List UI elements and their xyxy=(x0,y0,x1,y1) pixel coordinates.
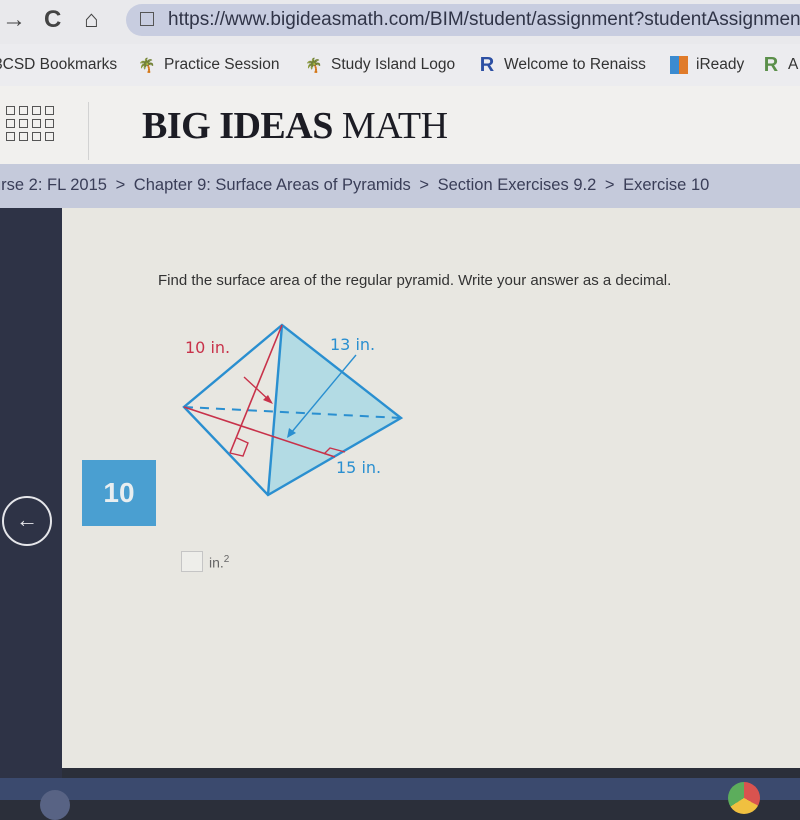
breadcrumb-exercise: Exercise 10 xyxy=(623,176,710,194)
brand-logo[interactable]: BIG IDEAS MATH xyxy=(142,104,448,148)
grid-square-icon xyxy=(6,119,15,128)
bookmark-label: Welcome to Renaiss xyxy=(504,56,646,73)
answer-unit: in.2 xyxy=(209,554,229,571)
apps-grid-menu[interactable] xyxy=(0,102,89,160)
url-text[interactable]: https://www.bigideasmath.com/BIM/student… xyxy=(168,9,800,31)
grid-square-icon xyxy=(19,119,28,128)
bookmark-label: Practice Session xyxy=(164,56,280,73)
grid-square-icon xyxy=(32,106,41,115)
bookmark-3csd[interactable]: 3CSD Bookmarks xyxy=(0,56,117,74)
home-icon[interactable]: ⌂ xyxy=(84,6,99,34)
browser-toolbar: → C ⌂ https://www.bigideasmath.com/BIM/s… xyxy=(0,0,800,44)
grid-square-icon xyxy=(45,119,54,128)
breadcrumb-course[interactable]: urse 2: FL 2015 xyxy=(0,176,107,194)
grid-square-icon xyxy=(6,132,15,141)
chrome-icon[interactable] xyxy=(728,782,760,814)
palm-tree-icon: 🌴 xyxy=(138,57,156,73)
breadcrumb: urse 2: FL 2015 > Chapter 9: Surface Are… xyxy=(0,164,800,208)
bookmark-study-island[interactable]: 🌴 Study Island Logo xyxy=(305,56,455,74)
bookmark-label: iReady xyxy=(696,56,745,73)
forward-icon[interactable]: → xyxy=(2,6,26,34)
iready-cube-icon xyxy=(670,56,688,74)
arrow-left-icon: ← xyxy=(16,507,38,532)
breadcrumb-chapter[interactable]: Chapter 9: Surface Areas of Pyramids xyxy=(134,176,411,194)
renaissance-r-icon: R xyxy=(763,54,779,76)
breadcrumb-separator: > xyxy=(115,176,126,194)
left-sidebar xyxy=(0,208,62,778)
launcher-button[interactable] xyxy=(40,790,70,820)
grid-square-icon xyxy=(32,119,41,128)
grid-square-icon xyxy=(6,106,15,115)
renaissance-r-icon: R xyxy=(479,54,495,76)
breadcrumb-separator: > xyxy=(419,176,429,194)
brand-bold: BIG IDEAS xyxy=(142,105,333,147)
breadcrumb-separator: > xyxy=(604,176,615,194)
answer-input[interactable] xyxy=(181,551,203,572)
grid-square-icon xyxy=(32,132,41,141)
bookmark-label: Study Island Logo xyxy=(331,56,456,73)
grid-square-icon xyxy=(19,106,28,115)
bookmarks-bar: 3CSD Bookmarks 🌴 Practice Session 🌴 Stud… xyxy=(0,44,800,87)
base-height-label: 15 in. xyxy=(336,458,381,477)
exercise-number-badge: 10 xyxy=(82,460,156,526)
brand-regular: MATH xyxy=(341,105,448,147)
breadcrumb-section[interactable]: Section Exercises 9.2 xyxy=(438,176,597,194)
address-bar[interactable]: https://www.bigideasmath.com/BIM/student… xyxy=(126,4,800,36)
back-button[interactable]: ← xyxy=(2,496,52,546)
grid-square-icon xyxy=(45,132,54,141)
grid-square-icon xyxy=(45,106,54,115)
bookmark-iready[interactable]: iReady xyxy=(670,56,744,74)
edge-label: 13 in. xyxy=(330,335,375,354)
bookmark-practice-session[interactable]: 🌴 Practice Session xyxy=(138,56,279,74)
grid-square-icon xyxy=(19,132,28,141)
bookmark-label: A xyxy=(788,56,799,73)
slant-height-label: 10 in. xyxy=(185,338,230,357)
bookmark-label: 3CSD Bookmarks xyxy=(0,56,118,73)
os-shelf xyxy=(0,778,800,800)
pyramid-diagram: 10 in. 13 in. 15 in. xyxy=(182,323,404,497)
bookmark-renaissance-2[interactable]: R A xyxy=(762,54,799,76)
unit-exponent: 2 xyxy=(223,554,230,565)
site-info-icon[interactable] xyxy=(140,12,154,26)
palm-tree-icon: 🌴 xyxy=(305,57,323,73)
reload-icon[interactable]: C xyxy=(44,6,61,34)
exercise-prompt: Find the surface area of the regular pyr… xyxy=(158,272,672,289)
site-header: BIG IDEAS MATH xyxy=(0,86,800,164)
unit-text: in. xyxy=(209,554,224,571)
bookmark-renaissance[interactable]: R Welcome to Renaiss xyxy=(478,54,646,76)
